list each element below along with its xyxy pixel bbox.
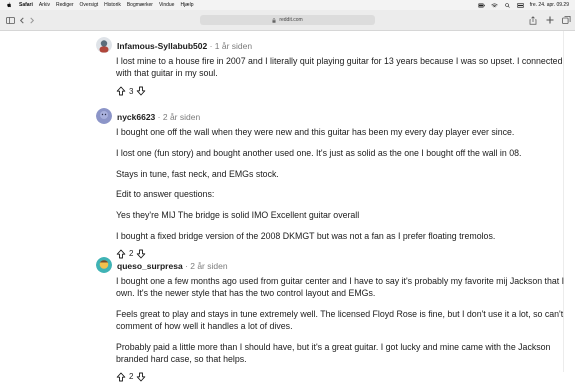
- avatar[interactable]: [96, 257, 112, 273]
- status-area: fre. 24. apr. 09.29: [477, 0, 569, 10]
- menu-hjaelp[interactable]: Hjælp: [180, 2, 193, 8]
- comment: Infamous-Syllabub502 · 1 år siden I lost…: [96, 37, 566, 97]
- back-button[interactable]: [17, 15, 27, 25]
- chevron-left-icon: [19, 17, 24, 23]
- menu-historik[interactable]: Historik: [104, 2, 121, 8]
- comment-header: Infamous-Syllabub502 · 1 år siden: [96, 37, 566, 53]
- chevron-right-icon: [30, 17, 35, 23]
- avatar-image: [96, 37, 112, 53]
- comment-author[interactable]: Infamous-Syllabub502 · 1 år siden: [117, 41, 252, 51]
- new-tab-button[interactable]: [545, 15, 555, 25]
- menu-oversigt[interactable]: Oversigt: [80, 2, 99, 8]
- author-name[interactable]: nyck6623: [117, 112, 155, 122]
- address-bar[interactable]: reddit.com: [200, 15, 375, 25]
- upvote-icon[interactable]: [116, 86, 126, 96]
- downvote-icon[interactable]: [136, 86, 146, 96]
- comment-paragraph: I lost one (fun story) and bought anothe…: [116, 147, 522, 158]
- comment-author[interactable]: queso_surpresa · 2 år siden: [117, 261, 228, 271]
- apple-icon[interactable]: [6, 2, 12, 8]
- battery-icon[interactable]: [477, 3, 485, 8]
- lock-icon: [272, 17, 276, 23]
- comment: queso_surpresa · 2 år siden I bought one…: [96, 257, 566, 383]
- menu-rediger[interactable]: Rediger: [56, 2, 74, 8]
- sidebar-icon: [5, 16, 15, 24]
- avatar[interactable]: [96, 108, 112, 124]
- vote-bar: 3: [116, 85, 566, 97]
- avatar-image: [96, 108, 112, 124]
- url-text: reddit.com: [279, 17, 303, 23]
- comment-author[interactable]: nyck6623 · 2 år siden: [117, 112, 200, 122]
- menu-bar: Safari Arkiv Rediger Oversigt Historik B…: [0, 0, 575, 10]
- avatar-image: [96, 257, 112, 273]
- menu-vindue[interactable]: Vindue: [159, 2, 174, 8]
- search-icon[interactable]: [504, 2, 511, 8]
- browser-toolbar: reddit.com: [0, 10, 575, 31]
- comment-thread: Infamous-Syllabub502 · 1 år siden I lost…: [0, 31, 575, 381]
- clock[interactable]: fre. 24. apr. 09.29: [530, 2, 569, 8]
- tabs-icon: [561, 16, 570, 24]
- sidebar-toggle-button[interactable]: [5, 15, 15, 25]
- comment: nyck6623 · 2 år siden I bought one off t…: [96, 108, 566, 260]
- avatar[interactable]: [96, 37, 112, 53]
- menu-bogmaerker[interactable]: Bogmærker: [127, 2, 153, 8]
- comment-paragraph: Probably paid a little more than I shoul…: [116, 341, 551, 364]
- tab-overview-button[interactable]: [561, 15, 571, 25]
- share-button[interactable]: [528, 15, 538, 25]
- forward-button[interactable]: [27, 15, 37, 25]
- comment-paragraph: Edit to answer questions:: [116, 189, 215, 200]
- comment-paragraph: Feels great to play and stays in tune ex…: [116, 308, 564, 331]
- comment-paragraph: I bought one off the wall when they were…: [116, 127, 515, 137]
- comment-age: · 2 år siden: [185, 261, 228, 271]
- comment-age: · 1 år siden: [209, 41, 253, 51]
- plus-icon: [546, 16, 554, 24]
- wifi-icon[interactable]: [491, 2, 498, 8]
- menu-safari[interactable]: Safari: [19, 2, 33, 8]
- author-name[interactable]: queso_surpresa: [117, 261, 183, 271]
- author-name[interactable]: Infamous-Syllabub502: [117, 41, 207, 51]
- comment-text: I lost mine to a house fire in 2007 and …: [116, 56, 563, 78]
- comment-age: · 2 år siden: [157, 112, 201, 122]
- vote-count: 3: [129, 86, 134, 96]
- comment-paragraph: Stays in tune, fast neck, and EMGs stock…: [116, 168, 279, 179]
- comment-header: nyck6623 · 2 år siden: [96, 108, 566, 124]
- comment-paragraph: I bought one a few months ago used from …: [116, 276, 565, 298]
- comment-header: queso_surpresa · 2 år siden: [96, 257, 566, 273]
- share-icon: [529, 15, 537, 25]
- comment-paragraph: I bought a fixed bridge version of the 2…: [116, 230, 496, 241]
- vote-count: 2: [129, 372, 134, 382]
- vote-bar: 2: [116, 371, 566, 383]
- comment-paragraph: Yes they're MIJ The bridge is solid IMO …: [116, 210, 360, 221]
- menu-arkiv[interactable]: Arkiv: [39, 2, 50, 8]
- downvote-icon[interactable]: [136, 372, 146, 382]
- upvote-icon[interactable]: [116, 372, 126, 382]
- control-center-icon[interactable]: [516, 2, 524, 8]
